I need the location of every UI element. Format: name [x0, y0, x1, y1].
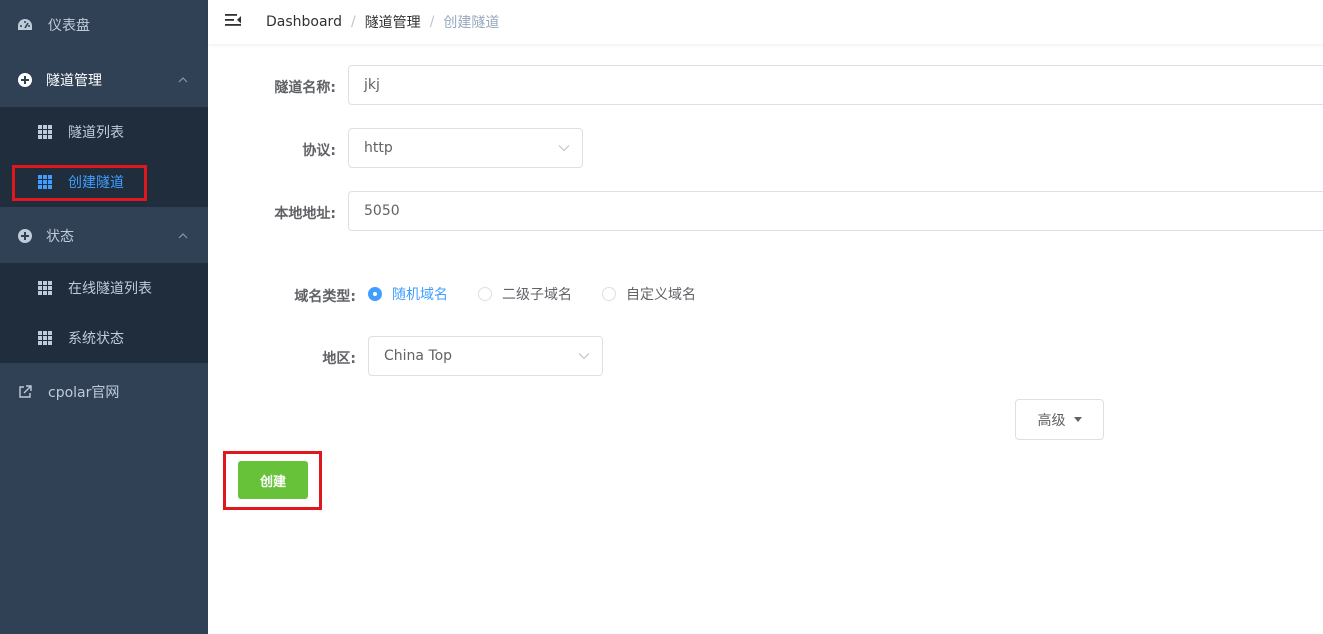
navbar: Dashboard / 隧道管理 / 创建隧道 — [208, 0, 1323, 44]
sidebar-item-label: 在线隧道列表 — [68, 281, 152, 297]
radio-label: 自定义域名 — [626, 287, 696, 303]
radio-dot — [478, 287, 492, 301]
radio-random-domain[interactable]: 随机域名 — [368, 284, 448, 304]
radio-custom-domain[interactable]: 自定义域名 — [602, 284, 696, 304]
sidebar-item-label: cpolar官网 — [48, 385, 120, 401]
sidebar-group-label: 状态 — [46, 229, 74, 245]
submenu-status: 在线隧道列表 系统状态 — [0, 263, 208, 363]
radio-subdomain[interactable]: 二级子域名 — [478, 284, 572, 304]
local-address-label: 本地地址: — [274, 206, 336, 222]
region-select[interactable]: China Top — [368, 336, 603, 376]
sidebar-item-online-tunnels[interactable]: 在线隧道列表 — [0, 263, 208, 313]
sidebar-item-cpolar-site[interactable]: cpolar官网 — [0, 367, 208, 417]
protocol-value: http — [364, 140, 393, 156]
chevron-down-icon — [558, 145, 570, 152]
sidebar-item-label: 系统状态 — [68, 331, 124, 347]
local-address-input[interactable]: 5050 — [348, 191, 1323, 231]
tunnel-name-value: jkj — [364, 77, 380, 93]
radio-dot — [602, 287, 616, 301]
dashboard-gauge-icon — [17, 17, 33, 33]
table-icon — [38, 331, 52, 345]
radio-dot — [368, 287, 382, 301]
table-icon — [38, 125, 52, 139]
advanced-dropdown-button[interactable]: 高级 — [1015, 399, 1104, 440]
chevron-up-icon — [178, 233, 188, 239]
region-value: China Top — [384, 348, 453, 364]
protocol-label: 协议: — [302, 143, 336, 159]
local-address-value: 5050 — [364, 203, 400, 219]
domain-type-radio-group: 随机域名 二级子域名 自定义域名 — [368, 285, 726, 303]
menu-fold-icon[interactable] — [224, 11, 242, 29]
sidebar-item-dashboard[interactable]: 仪表盘 — [0, 0, 208, 50]
sidebar-item-system-status[interactable]: 系统状态 — [0, 313, 208, 363]
breadcrumb-separator: / — [350, 14, 356, 30]
radio-label: 二级子域名 — [502, 287, 572, 303]
table-icon — [38, 281, 52, 295]
breadcrumb-tunnel-management[interactable]: 隧道管理 — [365, 12, 421, 32]
tunnel-name-input[interactable]: jkj — [348, 65, 1323, 105]
sidebar-item-tunnel-list[interactable]: 隧道列表 — [0, 107, 208, 157]
submenu-tunnel-management: 隧道列表 创建隧道 — [0, 107, 208, 207]
region-label: 地区: — [322, 351, 356, 367]
sidebar-group-tunnel-management[interactable]: 隧道管理 — [0, 55, 208, 105]
breadcrumb-dashboard[interactable]: Dashboard — [266, 14, 342, 30]
tunnel-name-label: 隧道名称: — [274, 80, 336, 96]
chevron-down-icon — [578, 353, 590, 360]
table-icon — [38, 175, 52, 189]
breadcrumb-separator: / — [429, 14, 435, 30]
external-link-icon — [17, 384, 33, 400]
domain-type-label: 域名类型: — [294, 289, 356, 305]
breadcrumb-create-tunnel: 创建隧道 — [443, 15, 500, 31]
breadcrumb: Dashboard / 隧道管理 / 创建隧道 — [266, 12, 499, 32]
create-button[interactable]: 创建 — [238, 461, 308, 499]
caret-down-icon — [1073, 417, 1082, 422]
radio-label: 随机域名 — [392, 287, 448, 303]
sidebar-item-label: 隧道列表 — [68, 125, 124, 141]
sidebar-item-label: 创建隧道 — [68, 175, 124, 191]
app-root: 仪表盘 隧道管理 隧道列表 创建隧道 状态 在线隧道列表 系统状态 cpolar… — [0, 0, 1323, 634]
advanced-label: 高级 — [1037, 412, 1066, 429]
sidebar-item-label: 仪表盘 — [48, 18, 90, 34]
sidebar-item-create-tunnel[interactable]: 创建隧道 — [0, 157, 208, 207]
circle-plus-icon — [17, 72, 33, 88]
sidebar-group-status[interactable]: 状态 — [0, 211, 208, 261]
sidebar-group-label: 隧道管理 — [46, 73, 102, 89]
protocol-select[interactable]: http — [348, 128, 583, 168]
chevron-up-icon — [178, 77, 188, 83]
circle-plus-icon — [17, 228, 33, 244]
sidebar: 仪表盘 隧道管理 隧道列表 创建隧道 状态 在线隧道列表 系统状态 cpolar… — [0, 0, 208, 634]
